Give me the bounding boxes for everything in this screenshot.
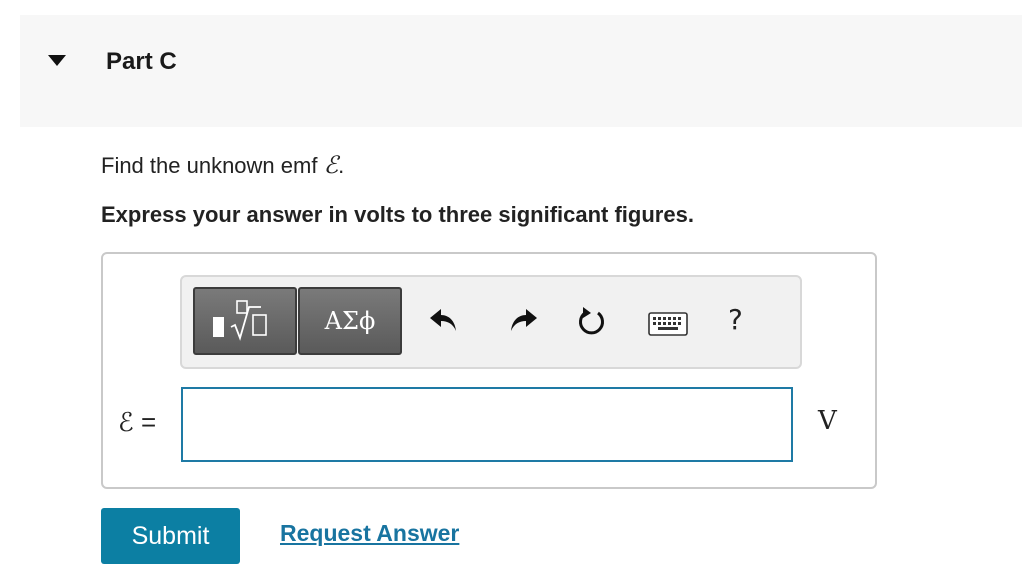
templates-button[interactable] (193, 287, 297, 355)
keyboard-icon[interactable] (648, 312, 688, 336)
answer-instruction: Express your answer in volts to three si… (101, 202, 694, 227)
triangle-down-icon[interactable] (48, 55, 66, 66)
part-title: Part C (106, 48, 177, 75)
submit-button[interactable]: Submit (101, 508, 240, 564)
request-answer-link[interactable]: Request Answer (280, 520, 459, 547)
question-prompt: Find the unknown emf ℰ. (101, 151, 344, 179)
question-prompt-text: Find the unknown emf (101, 153, 318, 178)
reset-icon[interactable] (576, 305, 608, 337)
templates-icon (213, 300, 267, 341)
greek-symbols-icon: ΑΣϕ (324, 307, 376, 335)
help-icon[interactable]: ? (728, 303, 743, 336)
question-prompt-period: . (338, 153, 345, 178)
variable-label: ℰ = (118, 407, 157, 437)
answer-input[interactable] (181, 387, 793, 462)
greek-symbols-button[interactable]: ΑΣϕ (298, 287, 402, 355)
undo-icon[interactable] (429, 307, 459, 333)
unit-label: V (818, 406, 837, 436)
emf-symbol: ℰ (323, 151, 339, 179)
redo-icon[interactable] (508, 307, 538, 333)
